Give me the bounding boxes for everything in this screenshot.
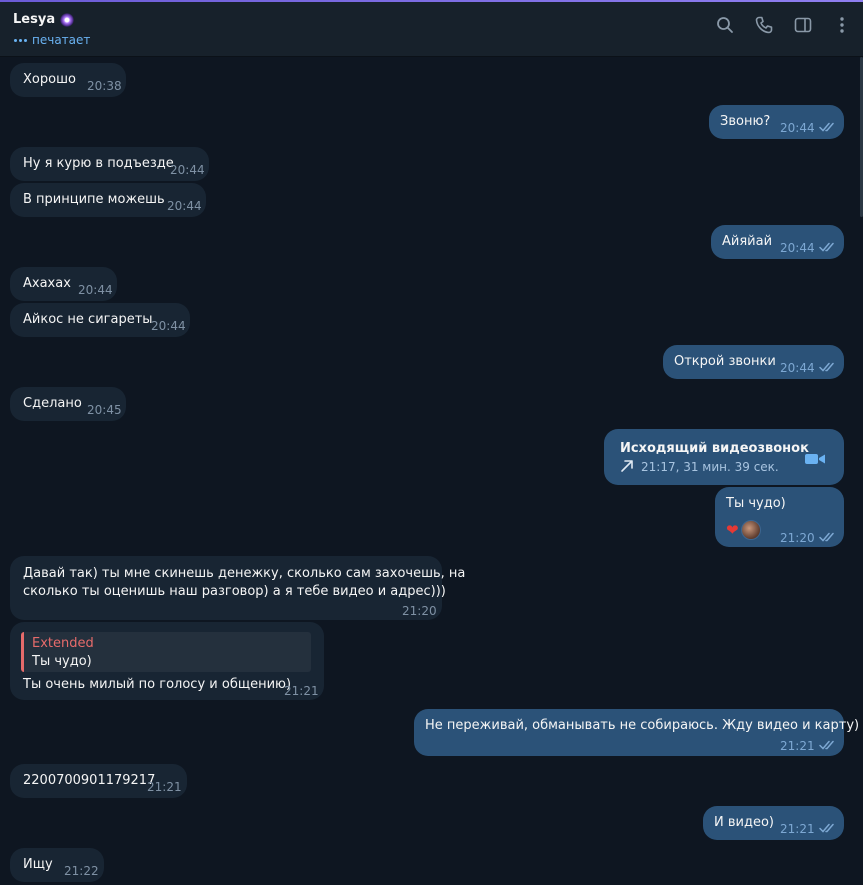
message-time: 20:44 bbox=[78, 283, 113, 297]
message-text: Ты чудо) bbox=[726, 496, 786, 511]
message-time: 21:21 bbox=[780, 822, 815, 836]
message-text: Ищу bbox=[23, 857, 53, 872]
message-time: 21:21 bbox=[147, 780, 182, 794]
call-detail: 21:17, 31 мин. 39 сек. bbox=[641, 460, 779, 474]
message-time: 20:44 bbox=[151, 319, 186, 333]
message-time: 20:45 bbox=[87, 403, 122, 417]
message-text: В принципе можешь bbox=[23, 192, 165, 207]
message-text: Открой звонки bbox=[674, 354, 776, 369]
phone-icon[interactable] bbox=[755, 16, 773, 34]
header-actions bbox=[716, 16, 851, 34]
avatar bbox=[740, 520, 761, 540]
message-bubble-incoming[interactable]: Давай так) ты мне скинешь денежку, сколь… bbox=[10, 556, 465, 620]
message-text: Звоню? bbox=[720, 114, 771, 129]
more-icon[interactable] bbox=[833, 16, 851, 34]
message-bubble-incoming[interactable]: Сделано 20:45 bbox=[10, 387, 126, 421]
message-text: Айяйай bbox=[722, 234, 773, 249]
message-text: И видео) bbox=[714, 815, 774, 830]
message-time: 20:44 bbox=[780, 121, 815, 135]
reply-quote[interactable]: Extended Ты чудо) bbox=[21, 632, 311, 672]
message-bubble-incoming[interactable]: 2200700901179217 21:21 bbox=[10, 764, 187, 798]
reply-author: Extended bbox=[32, 636, 94, 651]
outgoing-arrow-icon bbox=[620, 459, 634, 473]
message-text-line: сколько ты оценишь наш разговор) а я теб… bbox=[23, 584, 446, 599]
message-text: 2200700901179217 bbox=[23, 773, 156, 788]
message-bubble-outgoing[interactable]: Не переживай, обманывать не собираюсь. Ж… bbox=[414, 709, 859, 756]
double-check-icon bbox=[819, 822, 837, 834]
message-bubble-incoming[interactable]: Айкос не сигареты 20:44 bbox=[10, 303, 190, 337]
chat-header: Lesya печатает bbox=[0, 2, 863, 57]
purple-orb-emoji-icon bbox=[60, 12, 75, 27]
video-call-message[interactable]: Исходящий видеозвонок 21:17, 31 мин. 39 … bbox=[604, 429, 844, 485]
message-bubble-outgoing[interactable]: И видео) 21:21 bbox=[703, 806, 844, 840]
typing-dots-icon bbox=[14, 38, 27, 42]
call-title: Исходящий видеозвонок bbox=[620, 441, 809, 456]
message-bubble-incoming[interactable]: Ну я курю в подъезде 20:44 bbox=[10, 147, 209, 181]
double-check-icon bbox=[819, 361, 837, 373]
message-time: 21:21 bbox=[780, 739, 815, 753]
double-check-icon bbox=[819, 121, 837, 133]
message-text: Хорошо bbox=[23, 72, 76, 87]
message-text: Ну я курю в подъезде bbox=[23, 156, 174, 171]
contact-name[interactable]: Lesya bbox=[13, 12, 75, 27]
message-time: 20:44 bbox=[170, 163, 205, 177]
message-text: Ты очень милый по голосу и общению) bbox=[23, 677, 292, 692]
message-text: Ахахах bbox=[23, 276, 71, 291]
search-icon[interactable] bbox=[716, 16, 734, 34]
double-check-icon bbox=[819, 739, 837, 751]
message-time: 21:20 bbox=[402, 604, 437, 618]
message-text: Не переживай, обманывать не собираюсь. Ж… bbox=[425, 718, 860, 733]
message-bubble-incoming[interactable]: Extended Ты чудо) Ты очень милый по голо… bbox=[10, 622, 324, 700]
message-bubble-incoming[interactable]: Ищу 21:22 bbox=[10, 848, 104, 882]
message-time: 21:21 bbox=[284, 684, 319, 698]
message-text: Айкос не сигареты bbox=[23, 312, 153, 327]
video-camera-icon[interactable] bbox=[804, 451, 826, 467]
typing-status-text: печатает bbox=[32, 33, 91, 47]
message-time: 21:22 bbox=[64, 864, 99, 878]
sidebar-toggle-icon[interactable] bbox=[794, 16, 812, 34]
message-time: 20:44 bbox=[780, 361, 815, 375]
reply-text: Ты чудо) bbox=[32, 654, 92, 669]
message-text: Сделано bbox=[23, 396, 82, 411]
message-bubble-incoming[interactable]: Ахахах 20:44 bbox=[10, 267, 117, 301]
typing-status: печатает bbox=[14, 33, 90, 47]
message-time: 20:44 bbox=[167, 199, 202, 213]
message-time: 21:20 bbox=[780, 531, 815, 545]
double-check-icon bbox=[819, 531, 837, 543]
message-bubble-outgoing[interactable]: Айяйай 20:44 bbox=[711, 225, 844, 259]
message-time: 20:44 bbox=[780, 241, 815, 255]
message-time: 20:38 bbox=[87, 79, 122, 93]
message-bubble-incoming[interactable]: В принципе можешь 20:44 bbox=[10, 183, 206, 217]
message-reactions[interactable]: ❤ bbox=[726, 520, 761, 540]
message-bubble-incoming[interactable]: Хорошо 20:38 bbox=[10, 63, 126, 97]
message-bubble-outgoing[interactable]: Звоню? 20:44 bbox=[709, 105, 844, 139]
double-check-icon bbox=[819, 241, 837, 253]
heart-reaction-icon: ❤ bbox=[726, 521, 739, 539]
contact-name-text: Lesya bbox=[13, 12, 56, 27]
message-text-line: Давай так) ты мне скинешь денежку, сколь… bbox=[23, 566, 466, 581]
message-bubble-outgoing[interactable]: Открой звонки 20:44 bbox=[663, 345, 844, 379]
message-bubble-outgoing[interactable]: Ты чудо) ❤ 21:20 bbox=[715, 487, 844, 547]
